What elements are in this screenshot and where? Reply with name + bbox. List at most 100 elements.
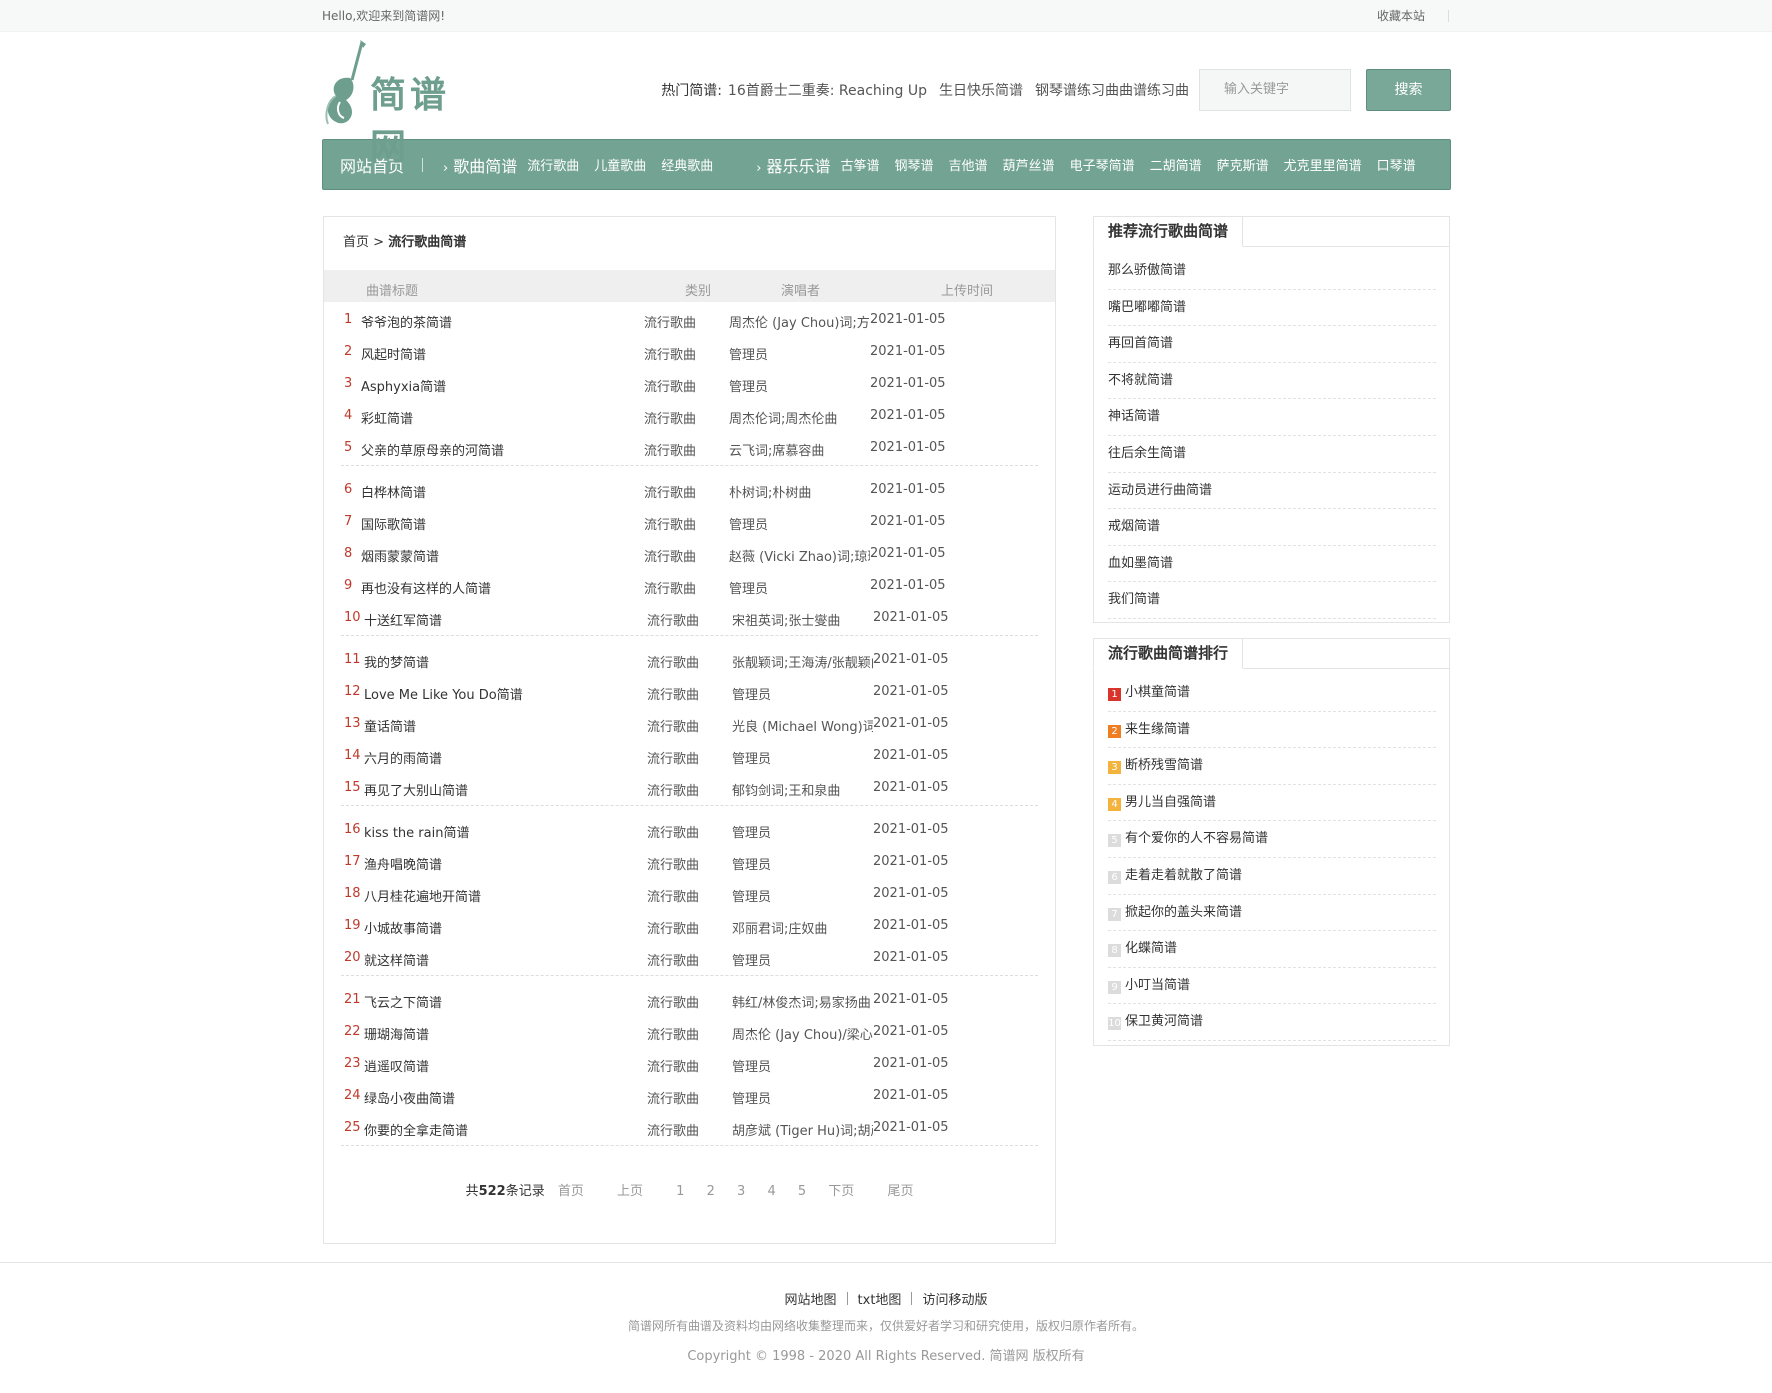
song-title-link[interactable]: Love Me Like You Do简谱 [364,684,523,703]
song-title-link[interactable]: 彩虹简谱 [361,408,413,427]
category-link[interactable]: 流行歌曲 [647,886,699,905]
song-title-link[interactable]: 逍遥叹简谱 [364,1056,429,1075]
category-link[interactable]: 流行歌曲 [644,440,696,459]
song-title-link[interactable]: 小城故事简谱 [364,918,442,937]
ranking-item[interactable]: 5 有个爱你的人不容易简谱 [1108,821,1436,858]
nav-sub-hulusi[interactable]: 葫芦丝谱 [1003,155,1055,174]
category-link[interactable]: 流行歌曲 [644,546,696,565]
nav-sub-piano[interactable]: 钢琴谱 [895,155,934,174]
song-title-link[interactable]: 再也没有这样的人简谱 [361,578,491,597]
song-title-link[interactable]: Asphyxia简谱 [361,376,446,395]
page-number[interactable]: 1 [676,1184,684,1199]
category-link[interactable]: 流行歌曲 [647,748,699,767]
page-next[interactable]: 下页 [828,1184,854,1199]
page-prev[interactable]: 上页 [617,1184,643,1199]
nav-sub-guitar[interactable]: 吉他谱 [949,155,988,174]
page-last[interactable]: 尾页 [887,1184,913,1199]
song-title-link[interactable]: kiss the rain简谱 [364,822,469,841]
ranking-item[interactable]: 2 来生缘简谱 [1108,712,1436,749]
nav-sub-children[interactable]: 儿童歌曲 [594,155,646,174]
ranking-item[interactable]: 1 小棋童简谱 [1108,675,1436,712]
song-title-link[interactable]: 绿岛小夜曲简谱 [364,1088,455,1107]
category-link[interactable]: 流行歌曲 [644,578,696,597]
nav-sub-pop[interactable]: 流行歌曲 [527,155,579,174]
category-link[interactable]: 流行歌曲 [647,1120,699,1139]
song-title-link[interactable]: 再见了大别山简谱 [364,780,468,799]
song-title-link[interactable]: 烟雨蒙蒙简谱 [361,546,439,565]
song-title-link[interactable]: 我的梦简谱 [364,652,429,671]
song-title-link[interactable]: 六月的雨简谱 [364,748,442,767]
song-title-link[interactable]: 风起时简谱 [361,344,426,363]
search-button[interactable]: 搜索 [1366,69,1451,111]
song-title-link[interactable]: 十送红军简谱 [364,610,442,629]
hot-link[interactable]: 16首爵士二重奏: Reaching Up [728,83,927,99]
search-input[interactable]: 输入关键字 [1199,69,1351,111]
breadcrumb-home[interactable]: 首页 [343,235,369,250]
ranking-item[interactable]: 8 化蝶简谱 [1108,931,1436,968]
ranking-item[interactable]: 10 保卫黄河简谱 [1108,1004,1436,1041]
nav-sub-erhu[interactable]: 二胡简谱 [1150,155,1202,174]
site-logo[interactable]: 简谱网 [322,40,482,168]
bookmark-link[interactable]: 收藏本站 [1377,0,1425,32]
nav-sub-harmonica[interactable]: 口琴谱 [1377,155,1416,174]
song-title-link[interactable]: 白桦林简谱 [361,482,426,501]
ranking-item[interactable]: 3 断桥残雪简谱 [1108,748,1436,785]
ranking-item[interactable]: 4 男儿当自强简谱 [1108,785,1436,822]
category-link[interactable]: 流行歌曲 [647,684,699,703]
footer-sitemap-link[interactable]: 网站地图 [785,1293,837,1308]
category-link[interactable]: 流行歌曲 [647,716,699,735]
song-title-link[interactable]: 童话简谱 [364,716,416,735]
song-title-link[interactable]: 珊瑚海简谱 [364,1024,429,1043]
recommend-item[interactable]: 不将就简谱 [1108,363,1436,400]
recommend-item[interactable]: 那么骄傲简谱 [1108,253,1436,290]
category-link[interactable]: 流行歌曲 [647,780,699,799]
song-title-link[interactable]: 就这样简谱 [364,950,429,969]
footer-txt-link[interactable]: txt地图 [858,1293,902,1308]
ranking-item[interactable]: 6 走着走着就散了简谱 [1108,858,1436,895]
category-link[interactable]: 流行歌曲 [647,822,699,841]
category-link[interactable]: 流行歌曲 [647,918,699,937]
song-title-link[interactable]: 飞云之下简谱 [364,992,442,1011]
song-title-link[interactable]: 渔舟唱晚简谱 [364,854,442,873]
category-link[interactable]: 流行歌曲 [647,1024,699,1043]
nav-instrument-category[interactable]: 器乐乐谱 [756,153,830,177]
category-link[interactable]: 流行歌曲 [647,950,699,969]
song-title-link[interactable]: 国际歌简谱 [361,514,426,533]
category-link[interactable]: 流行歌曲 [647,1088,699,1107]
category-link[interactable]: 流行歌曲 [644,514,696,533]
recommend-item[interactable]: 血如墨简谱 [1108,546,1436,583]
page-number[interactable]: 5 [798,1184,806,1199]
recommend-item[interactable]: 神话简谱 [1108,399,1436,436]
category-link[interactable]: 流行歌曲 [647,652,699,671]
page-number[interactable]: 3 [737,1184,745,1199]
category-link[interactable]: 流行歌曲 [644,482,696,501]
recommend-item[interactable]: 戒烟简谱 [1108,509,1436,546]
category-link[interactable]: 流行歌曲 [644,376,696,395]
footer-mobile-link[interactable]: 访问移动版 [922,1293,987,1308]
hot-link[interactable]: 钢琴谱练习曲曲谱练习曲 [1035,83,1189,99]
ranking-item[interactable]: 7 掀起你的盖头来简谱 [1108,895,1436,932]
page-number[interactable]: 4 [767,1184,775,1199]
song-title-link[interactable]: 你要的全拿走简谱 [364,1120,468,1139]
song-title-link[interactable]: 爷爷泡的茶简谱 [361,312,452,331]
recommend-item[interactable]: 我们简谱 [1108,582,1436,619]
song-title-link[interactable]: 八月桂花遍地开简谱 [364,886,481,905]
nav-sub-guzheng[interactable]: 古筝谱 [841,155,880,174]
page-first[interactable]: 首页 [558,1184,584,1199]
song-title-link[interactable]: 父亲的草原母亲的河简谱 [361,440,504,459]
nav-sub-sax[interactable]: 萨克斯谱 [1217,155,1269,174]
recommend-item[interactable]: 往后余生简谱 [1108,436,1436,473]
page-number[interactable]: 2 [707,1184,715,1199]
category-link[interactable]: 流行歌曲 [647,1056,699,1075]
nav-sub-keyboard[interactable]: 电子琴简谱 [1070,155,1135,174]
hot-link[interactable]: 生日快乐简谱 [939,83,1023,99]
nav-sub-classic[interactable]: 经典歌曲 [661,155,713,174]
nav-sub-ukulele[interactable]: 尤克里里简谱 [1284,155,1362,174]
category-link[interactable]: 流行歌曲 [644,408,696,427]
category-link[interactable]: 流行歌曲 [644,344,696,363]
ranking-item[interactable]: 9 小叮当简谱 [1108,968,1436,1005]
category-link[interactable]: 流行歌曲 [647,854,699,873]
category-link[interactable]: 流行歌曲 [647,992,699,1011]
category-link[interactable]: 流行歌曲 [647,610,699,629]
breadcrumb-current[interactable]: 流行歌曲简谱 [388,235,466,250]
